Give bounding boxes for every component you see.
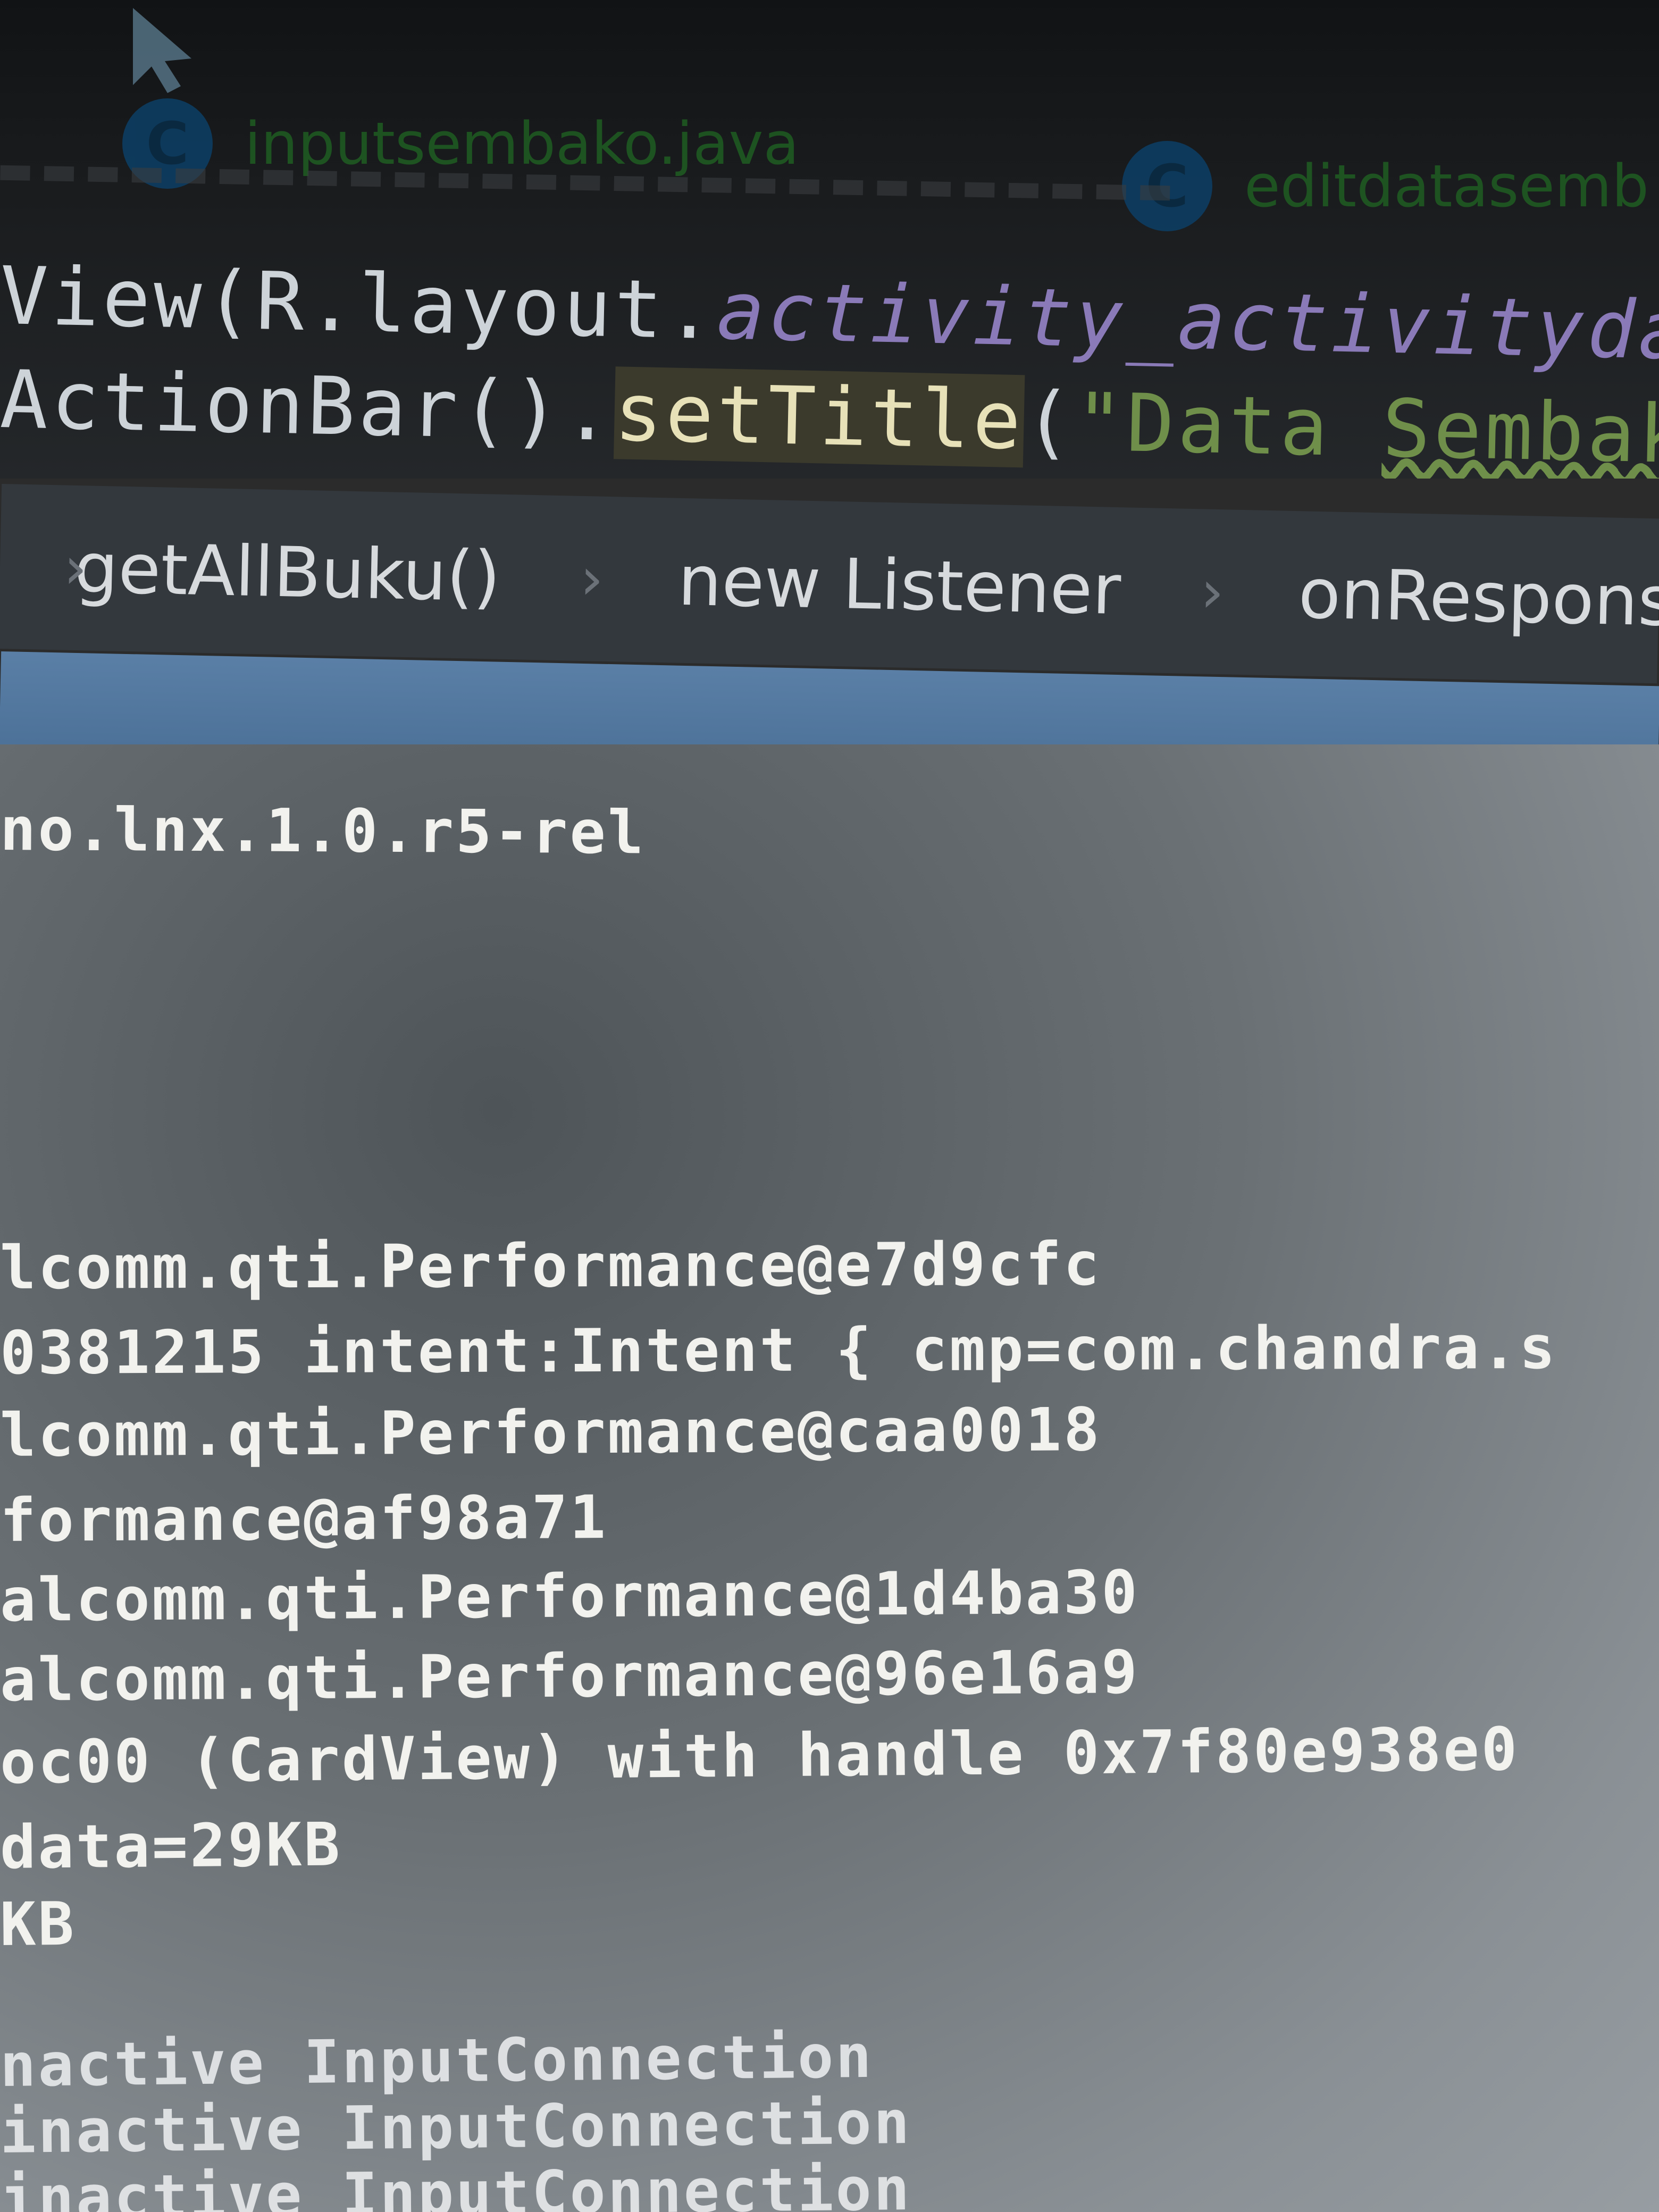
breadcrumb-item-getallbuku[interactable]: getAllBuku() — [73, 527, 501, 617]
logcat-panel[interactable]: no.lnx.1.0.r5-rel lcomm.qti.Performance@… — [0, 744, 1659, 2212]
log-line: no.lnx.1.0.r5-rel — [0, 795, 646, 868]
highlighted-method: setTitle — [613, 366, 1025, 468]
breadcrumb: › getAllBuku() › new Listener › onRespon… — [0, 484, 1659, 684]
code-editor[interactable]: C inputsembako.java C editdatasemb View(… — [0, 0, 1659, 479]
log-line: nactive InputConnection — [0, 2022, 874, 2100]
log-line: formance@af98a71 — [0, 1483, 608, 1555]
code-line-settitle[interactable]: ActionBar().setTitle("Data Sembako"); — [0, 354, 1659, 479]
mouse-pointer-icon — [133, 8, 191, 93]
log-line: KB — [0, 1889, 77, 1959]
log-line: oc00 (CardView) with handle 0x7f80e938e0 — [0, 1715, 1520, 1797]
breadcrumb-item-onresponse[interactable]: onResponse() — [1297, 553, 1659, 644]
log-line: alcomm.qti.Performance@96e16a9 — [0, 1638, 1140, 1715]
breadcrumb-separator: › — [1200, 557, 1225, 626]
tab-label: editdatasemb — [1244, 152, 1649, 220]
editor-tab-editdatasembako[interactable]: C editdatasemb — [1122, 141, 1649, 231]
breadcrumb-separator: › — [579, 544, 605, 613]
log-line: inactive InputConnection — [0, 2088, 912, 2167]
breadcrumb-item-new-listener[interactable]: new Listener — [677, 540, 1121, 630]
log-line: lcomm.qti.Performance@caa0018 — [0, 1395, 1102, 1470]
breadcrumb-separator: › — [63, 533, 88, 602]
log-line: lcomm.qti.Performance@e7d9cfc — [0, 1229, 1102, 1303]
log-line: data=29KB — [0, 1810, 342, 1882]
log-line: alcomm.qti.Performance@1d4ba30 — [0, 1558, 1140, 1635]
log-line: 0381215 intent:Intent { cmp=com.chandra.… — [0, 1313, 1557, 1388]
spellcheck-underline: Sembako — [1381, 382, 1659, 479]
log-line: inactive InputConnection — [0, 2155, 912, 2212]
tab-label: inputsembako.java — [245, 110, 799, 178]
